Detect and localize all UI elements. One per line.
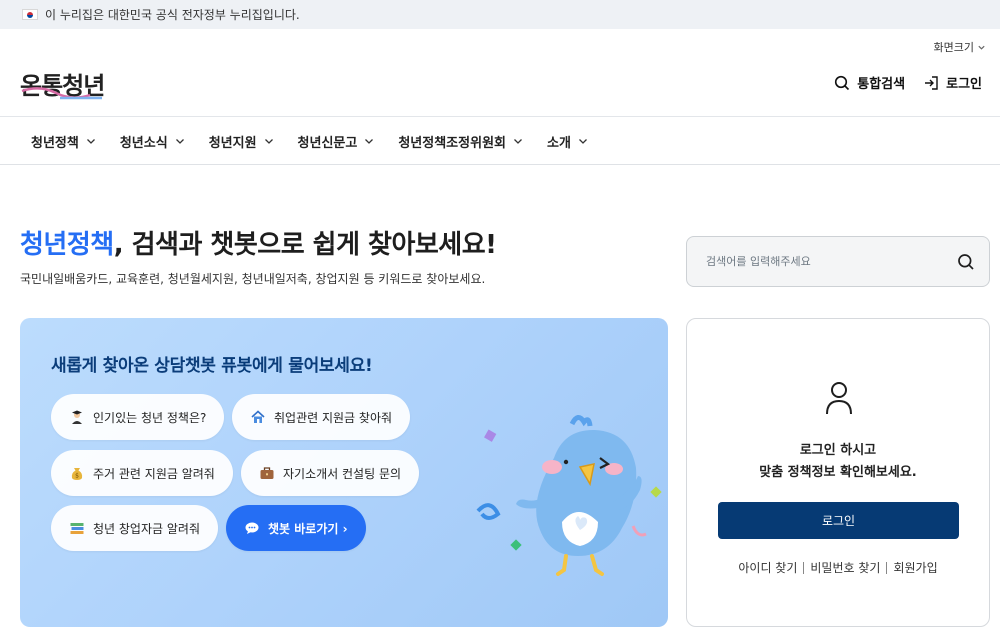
divider (803, 561, 805, 574)
hero-title-rest: , 검색과 챗봇으로 쉽게 찾아보세요! (113, 230, 497, 260)
screen-size-toggle[interactable]: 화면크기 (934, 39, 986, 55)
chip-label: 인기있는 청년 정책은? (93, 410, 207, 425)
logo-underline-icon (21, 87, 102, 100)
korea-flag-icon (22, 9, 38, 20)
nav-item-label: 소개 (546, 135, 571, 151)
site-logo[interactable]: 온통청년 (20, 71, 110, 103)
integrated-search-label: 통합검색 (857, 77, 906, 92)
nav-item-about[interactable]: 소개 (547, 132, 588, 151)
header-login-button[interactable]: 로그인 (923, 73, 982, 92)
find-id-link[interactable]: 아이디 찾기 (738, 559, 797, 576)
site-header: 화면크기 온통청년 통합검색 로그인 (0, 29, 1000, 117)
chatbot-shortcut-label: 챗봇 바로가기 › (268, 521, 348, 536)
chatbot-title-pre: 새롭게 찾아온 상담챗봇 (51, 356, 222, 376)
chatbot-chip-startup-fund[interactable]: 청년 창업자금 알려줘 (51, 505, 218, 551)
hero-search-input[interactable] (706, 255, 926, 268)
chatbot-title: 새롭게 찾아온 상담챗봇 퓨봇에게 물어보세요! (51, 351, 373, 376)
books-icon (70, 523, 84, 534)
chip-label: 취업관련 지원금 찾아줘 (274, 410, 393, 425)
chevron-down-icon (264, 139, 273, 144)
nav-item-label: 청년정책 (31, 135, 79, 151)
chatbot-name: 퓨봇 (221, 356, 252, 376)
search-icon[interactable] (957, 253, 975, 271)
nav-item-label: 청년정책조정위원회 (398, 135, 506, 151)
chevron-down-icon (365, 139, 374, 144)
divider (886, 561, 888, 574)
graduate-icon (72, 410, 82, 424)
login-message: 로그인 하시고 맞춤 정책정보 확인해보세요. (687, 440, 989, 484)
hero-subtitle: 국민내일배움카드, 교육훈련, 청년월세지원, 청년내일저축, 창업지원 등 키… (20, 272, 486, 286)
chatbot-chip-housing-grant[interactable]: $ 주거 관련 지원금 알려줘 (51, 450, 233, 496)
chat-bubble-icon (245, 522, 259, 534)
chatbot-chip-popular-policy[interactable]: 인기있는 청년 정책은? (51, 394, 225, 440)
header-login-label: 로그인 (946, 77, 982, 92)
chip-label: 주거 관련 지원금 알려줘 (93, 466, 215, 481)
nav-item-youth-petition[interactable]: 청년신문고 (298, 132, 375, 151)
chevron-down-icon (978, 45, 985, 50)
chatbot-chip-resume-consulting[interactable]: 자기소개서 컨설팅 문의 (241, 450, 420, 496)
chip-label: 자기소개서 컨설팅 문의 (283, 466, 402, 481)
gov-banner-text: 이 누리집은 대한민국 공식 전자정부 누리집입니다. (45, 8, 300, 22)
chatbot-mascot-illustration (476, 415, 662, 576)
main-nav: 청년정책 청년소식 청년지원 청년신문고 청년정책조정위원회 소개 (0, 118, 1000, 165)
nav-item-label: 청년지원 (208, 135, 257, 151)
find-password-link[interactable]: 비밀번호 찾기 (810, 559, 880, 576)
login-message-line1: 로그인 하시고 (799, 443, 877, 458)
chevron-down-icon (86, 139, 95, 144)
login-card: 로그인 하시고 맞춤 정책정보 확인해보세요. 로그인 아이디 찾기 비밀번호 … (686, 318, 990, 627)
nav-item-policy-committee[interactable]: 청년정책조정위원회 (398, 132, 523, 151)
chevron-down-icon (578, 139, 587, 144)
chatbot-panel: 새롭게 찾아온 상담챗봇 퓨봇에게 물어보세요! 인기있는 청년 정책은? 취업… (20, 318, 668, 627)
briefcase-icon (260, 467, 274, 479)
chatbot-chip-employment-grant[interactable]: 취업관련 지원금 찾아줘 (232, 394, 411, 440)
signup-link[interactable]: 회원가입 (893, 559, 937, 576)
screen-size-label: 화면크기 (933, 41, 974, 54)
login-message-line2: 맞춤 정책정보 확인해보세요. (759, 465, 917, 480)
money-bag-icon: $ (71, 468, 83, 480)
chatbot-shortcut-button[interactable]: 챗봇 바로가기 › (226, 505, 366, 551)
search-icon (835, 75, 850, 90)
nav-item-label: 청년신문고 (297, 135, 358, 151)
nav-item-youth-news[interactable]: 청년소식 (120, 132, 185, 151)
hero-title: 청년정책, 검색과 챗봇으로 쉽게 찾아보세요! (20, 224, 497, 261)
user-icon (826, 382, 852, 415)
hero-search-box (686, 236, 990, 287)
login-button[interactable]: 로그인 (718, 502, 959, 539)
chevron-down-icon (175, 139, 184, 144)
nav-item-youth-policy[interactable]: 청년정책 (31, 132, 96, 151)
integrated-search-button[interactable]: 통합검색 (834, 73, 905, 92)
svg-text:$: $ (75, 473, 79, 480)
gov-banner: 이 누리집은 대한민국 공식 전자정부 누리집입니다. (0, 0, 1000, 29)
hero-title-accent: 청년정책 (20, 230, 114, 260)
chevron-down-icon (514, 139, 522, 144)
account-links: 아이디 찾기 비밀번호 찾기 회원가입 (687, 559, 989, 576)
nav-item-label: 청년소식 (119, 135, 168, 151)
chatbot-title-post: 에게 물어보세요! (251, 356, 373, 376)
login-icon (925, 75, 938, 90)
nav-item-youth-support[interactable]: 청년지원 (209, 132, 274, 151)
chip-label: 청년 창업자금 알려줘 (93, 521, 200, 536)
house-icon (251, 410, 265, 423)
